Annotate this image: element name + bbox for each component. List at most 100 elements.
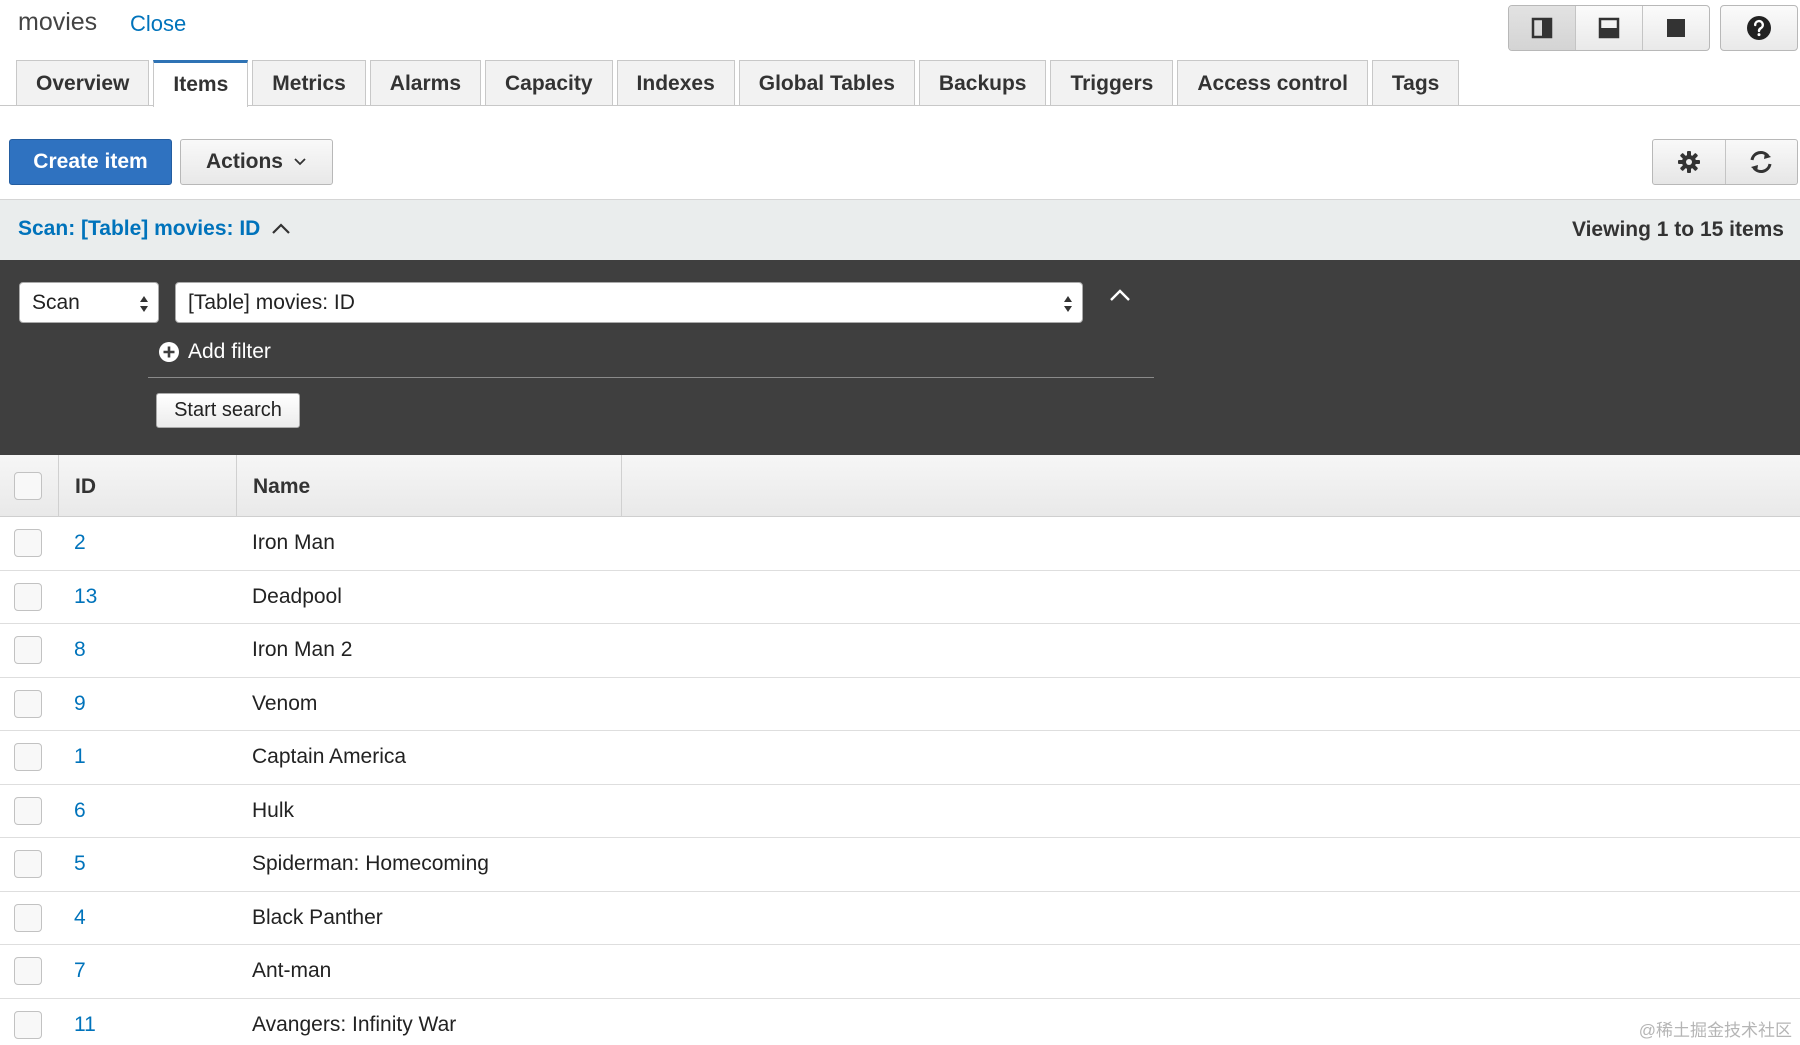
actions-label: Actions <box>205 150 283 173</box>
item-name: Ant-man <box>252 959 332 982</box>
row-checkbox[interactable] <box>14 957 42 985</box>
item-id-link[interactable]: 2 <box>74 531 86 555</box>
item-name: Deadpool <box>252 584 342 608</box>
item-id-link[interactable]: 4 <box>74 906 86 930</box>
help-button[interactable] <box>1720 5 1798 51</box>
help-icon <box>1747 16 1771 40</box>
table-row[interactable]: 13 Deadpool <box>0 571 1800 624</box>
row-checkbox[interactable] <box>14 636 42 664</box>
start-search-button[interactable]: Start search <box>156 393 300 428</box>
tab-tags[interactable]: Tags <box>1371 60 1460 106</box>
column-separator <box>236 455 237 517</box>
item-name: Spiderman: Homecoming <box>252 852 489 875</box>
item-id-link[interactable]: 9 <box>74 692 86 716</box>
item-id-link[interactable]: 1 <box>74 745 86 769</box>
tab-indexes[interactable]: Indexes <box>616 60 735 106</box>
tab-global-tables[interactable]: Global Tables <box>738 60 915 106</box>
table-row[interactable]: 2 Iron Man <box>0 517 1800 571</box>
item-name: Venom <box>252 691 318 715</box>
column-header-id[interactable]: ID <box>75 475 96 499</box>
item-name: Iron Man 2 <box>252 638 353 661</box>
split-horizontal-icon <box>1598 17 1620 39</box>
item-name: Iron Man <box>252 531 335 554</box>
operation-select[interactable]: Scan <box>19 282 159 323</box>
table-row[interactable]: 6 Hulk <box>0 785 1800 838</box>
full-view-button[interactable] <box>1643 6 1709 50</box>
tab-backups[interactable]: Backups <box>918 60 1047 106</box>
chevron-up-icon[interactable] <box>270 222 292 236</box>
column-header-name[interactable]: Name <box>253 475 310 499</box>
select-arrows-icon <box>1064 296 1072 312</box>
table-row[interactable]: 11 Avangers: Infinity War <box>0 999 1800 1045</box>
item-id-link[interactable]: 11 <box>74 1013 96 1037</box>
column-separator <box>58 455 59 517</box>
split-vertical-view-button[interactable] <box>1509 6 1576 50</box>
table-row[interactable]: 7 Ant-man <box>0 945 1800 999</box>
plus-circle-icon <box>159 342 179 362</box>
item-id-link[interactable]: 13 <box>74 585 97 609</box>
view-mode-group <box>1508 5 1710 51</box>
tab-bar: Overview Items Metrics Alarms Capacity Indexe… <box>16 60 1463 107</box>
scan-summary-bar: Scan: [Table] movies: ID Viewing 1 to 15… <box>0 199 1800 260</box>
table-row[interactable]: 1 Captain America <box>0 731 1800 785</box>
table-row[interactable]: 8 Iron Man 2 <box>0 624 1800 678</box>
table-index-select[interactable]: [Table] movies: ID <box>175 282 1083 323</box>
column-separator <box>621 455 622 517</box>
scan-summary-toggle[interactable]: Scan: [Table] movies: ID <box>18 217 260 241</box>
gear-icon <box>1677 151 1700 173</box>
item-name: Captain America <box>252 745 407 768</box>
table-row[interactable]: 9 Venom <box>0 678 1800 731</box>
row-checkbox[interactable] <box>14 689 42 718</box>
item-id-link[interactable]: 8 <box>74 638 86 662</box>
top-bar: movies Close <box>0 0 1800 51</box>
row-checkbox[interactable] <box>14 1010 42 1039</box>
table-index-select-value: [Table] movies: ID <box>188 290 355 314</box>
filter-divider <box>148 377 1154 378</box>
refresh-button[interactable] <box>1726 140 1798 184</box>
tab-triggers[interactable]: Triggers <box>1050 60 1174 106</box>
refresh-icon <box>1750 151 1772 173</box>
row-checkbox[interactable] <box>14 850 42 878</box>
tab-alarms[interactable]: Alarms <box>369 60 481 106</box>
item-name: Hulk <box>252 798 295 822</box>
viewing-count: Viewing 1 to 15 items <box>1571 218 1784 241</box>
items-table-header: ID Name <box>0 455 1800 517</box>
item-id-link[interactable]: 7 <box>74 959 86 983</box>
tab-overview[interactable]: Overview <box>16 60 150 106</box>
close-link[interactable]: Close <box>130 11 186 37</box>
add-filter-label: Add filter <box>188 340 271 363</box>
watermark: @稀土掘金技术社区 <box>1638 1021 1792 1040</box>
split-horizontal-view-button[interactable] <box>1576 6 1643 50</box>
tab-divider <box>0 105 1800 106</box>
select-arrows-icon <box>140 296 148 312</box>
search-panel: Scan [Table] movies: ID Add filter Start… <box>0 260 1800 455</box>
operation-select-value: Scan <box>32 290 80 314</box>
table-tools-group <box>1652 139 1798 185</box>
row-checkbox[interactable] <box>14 529 42 557</box>
tab-access-control[interactable]: Access control <box>1177 60 1368 106</box>
items-table-body: 2 Iron Man 13 Deadpool 8 Iron Man 2 9 Venom 1 Cap… <box>0 517 1800 1045</box>
row-checkbox[interactable] <box>14 743 42 771</box>
item-name: Avangers: Infinity War <box>252 1012 457 1036</box>
actions-dropdown[interactable]: Actions <box>180 139 333 185</box>
item-name: Black Panther <box>252 905 383 929</box>
item-id-link[interactable]: 5 <box>74 852 86 876</box>
table-row[interactable]: 5 Spiderman: Homecoming <box>0 838 1800 892</box>
chevron-down-icon <box>294 158 306 166</box>
split-vertical-icon <box>1531 17 1553 39</box>
row-checkbox[interactable] <box>14 903 42 932</box>
full-view-icon <box>1667 19 1685 37</box>
tab-items[interactable]: Items <box>153 60 249 107</box>
table-title: movies <box>18 8 98 36</box>
select-all-checkbox[interactable] <box>14 472 42 500</box>
item-id-link[interactable]: 6 <box>74 799 86 823</box>
collapse-panel-icon[interactable] <box>1108 287 1132 303</box>
table-row[interactable]: 4 Black Panther <box>0 892 1800 945</box>
tab-capacity[interactable]: Capacity <box>485 60 613 106</box>
settings-button[interactable] <box>1653 140 1726 184</box>
row-checkbox[interactable] <box>14 582 42 611</box>
tab-metrics[interactable]: Metrics <box>252 60 366 106</box>
add-filter-button[interactable]: Add filter <box>158 340 271 364</box>
create-item-button[interactable]: Create item <box>9 139 172 185</box>
row-checkbox[interactable] <box>14 796 42 825</box>
